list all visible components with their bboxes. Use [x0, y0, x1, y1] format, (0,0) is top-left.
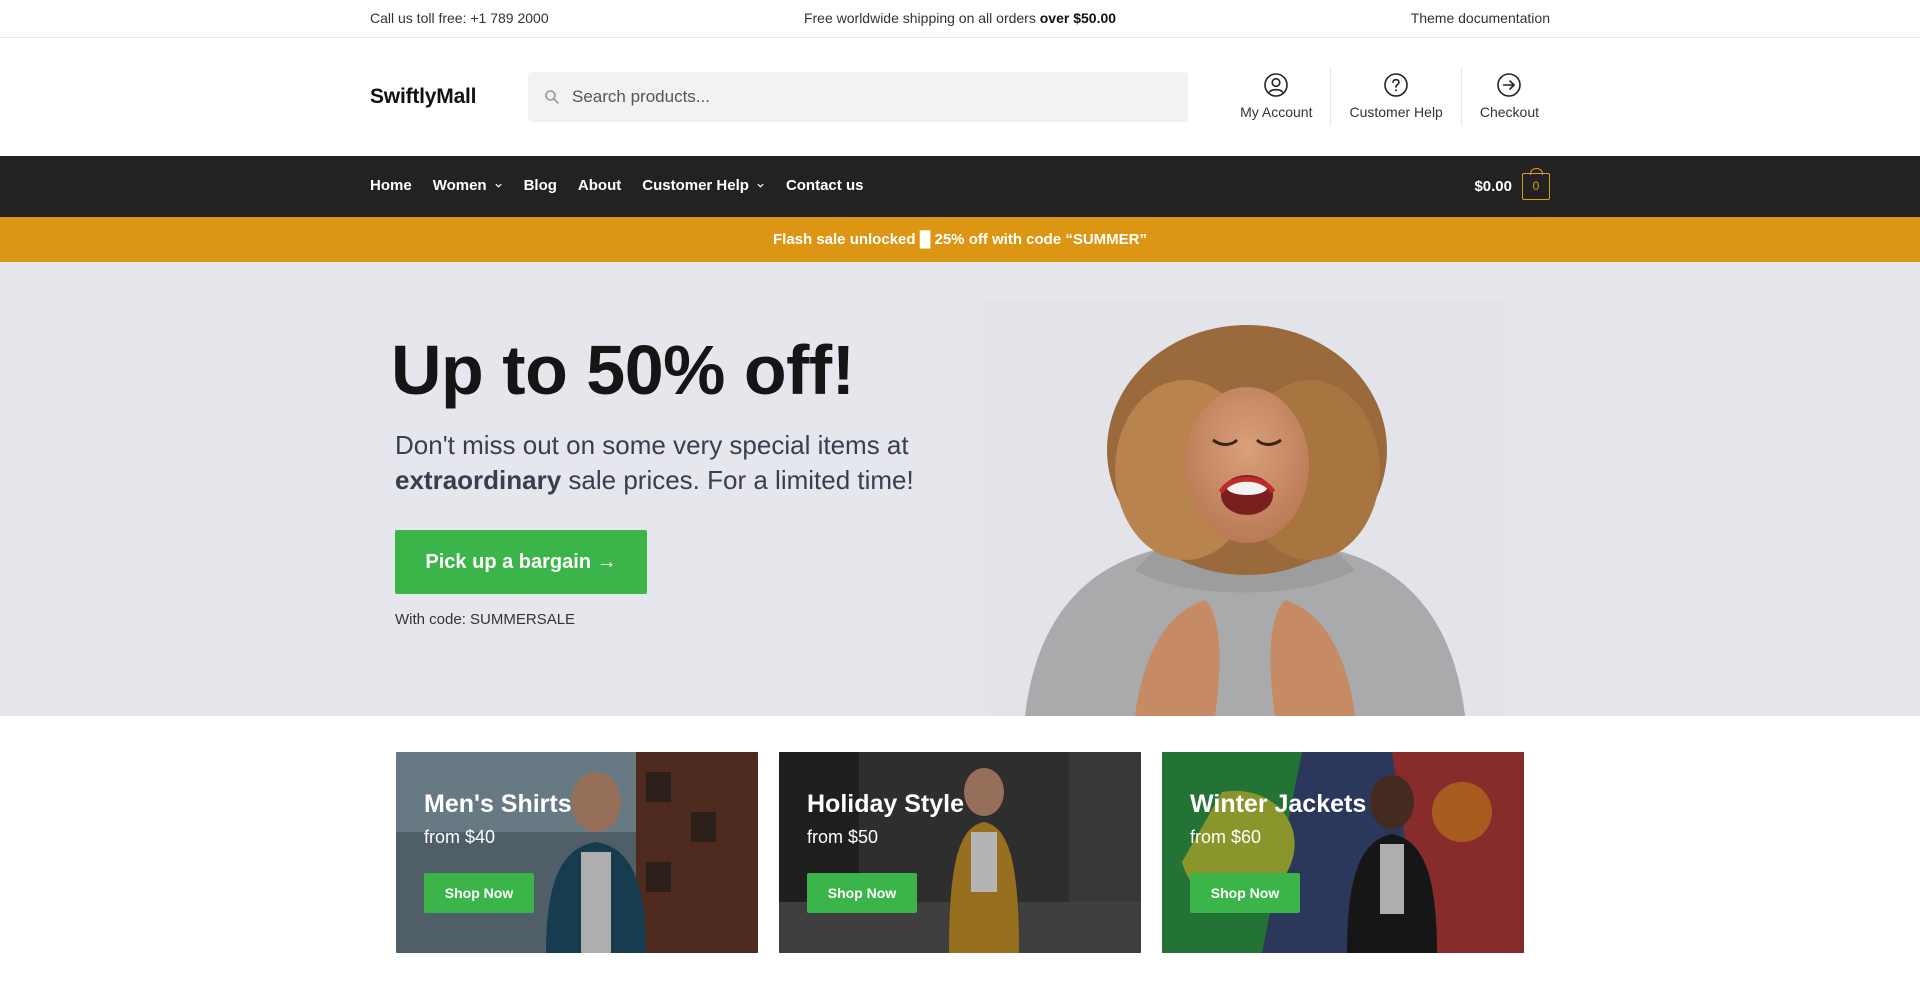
shop-now-button[interactable]: Shop Now [807, 873, 917, 913]
top-bar: Call us toll free: +1 789 2000 Free worl… [0, 0, 1920, 38]
checkout-icon [1497, 73, 1522, 97]
nav-item-about[interactable]: About [578, 177, 621, 194]
search-box [528, 72, 1188, 122]
category-card-holiday-style[interactable]: Holiday Style from $50 Shop Now [779, 752, 1141, 953]
category-title: Winter Jackets [1190, 790, 1367, 818]
promo-code-text: With code: SUMMERSALE [395, 611, 576, 628]
category-price: from $40 [424, 827, 496, 847]
category-price: from $60 [1190, 827, 1262, 847]
theme-documentation-link[interactable]: Theme documentation [1411, 10, 1550, 26]
cart-link[interactable]: $0.00 0 [1474, 168, 1550, 200]
header-links: My Account Customer Help Checkout [1222, 68, 1557, 126]
winter-jackets-image [1162, 752, 1524, 953]
holiday-style-image [779, 752, 1141, 953]
nav-item-label: About [577, 177, 622, 194]
hero-sub-post: sale prices. For a limited time! [561, 465, 914, 495]
search-icon [545, 90, 559, 104]
customer-help-label: Customer Help [1349, 104, 1443, 120]
nav-item-label: Contact us [785, 177, 864, 194]
flash-sale-banner: Flash sale unlocked █ 25% off with code … [0, 217, 1920, 262]
shop-now-button[interactable]: Shop Now [1190, 873, 1300, 913]
my-account-label: My Account [1240, 104, 1313, 120]
my-account-link[interactable]: My Account [1222, 68, 1330, 126]
customer-help-link[interactable]: Customer Help [1330, 68, 1460, 126]
nav-item-label: Blog [523, 177, 557, 194]
category-card-winter-jackets[interactable]: Winter Jackets from $60 Shop Now [1162, 752, 1524, 953]
cart-count-badge: 0 [1522, 168, 1550, 200]
nav-item-label: Customer Help [642, 177, 749, 194]
category-price: from $50 [807, 827, 879, 847]
nav-item-women[interactable]: Women [433, 177, 503, 194]
nav-item-contact-us[interactable]: Contact us [786, 177, 864, 194]
help-icon [1384, 73, 1408, 97]
chevron-down-icon [757, 183, 764, 188]
nav-item-home[interactable]: Home [370, 177, 412, 194]
chevron-down-icon [494, 183, 502, 188]
site-logo[interactable]: SwiftlyMall [370, 85, 477, 109]
main-navigation: Home Women Blog About Customer Help Cont… [0, 156, 1920, 217]
shipping-text: Free worldwide shipping on all orders [803, 10, 1040, 26]
category-title: Men's Shirts [424, 790, 572, 818]
mens-shirts-image [396, 752, 758, 953]
hero-model-image [985, 300, 1505, 716]
checkout-link[interactable]: Checkout [1460, 68, 1557, 126]
hero-banner: Up to 50% off! Don't miss out on some ve… [0, 262, 1920, 716]
category-card-mens-shirts[interactable]: Men's Shirts from $40 Shop Now [396, 752, 758, 953]
checkout-label: Checkout [1479, 104, 1539, 120]
nav-item-label: Home [370, 177, 412, 194]
hero-headline: Up to 50% off! [391, 331, 855, 409]
category-cards: Men's Shirts from $40 Shop Now Holiday S… [396, 752, 1545, 953]
nav-item-customer-help[interactable]: Customer Help [642, 177, 765, 194]
pick-up-bargain-button[interactable]: Pick up a bargain → [395, 530, 647, 594]
hero-subtext: Don't miss out on some very special item… [395, 428, 915, 498]
shipping-notice: Free worldwide shipping on all orders ov… [0, 10, 1920, 26]
hero-sub-bold: extraordinary [395, 465, 562, 495]
nav-item-blog[interactable]: Blog [524, 177, 557, 194]
site-header: SwiftlyMall My Account Customer Help [0, 38, 1920, 156]
cart-amount: $0.00 [1474, 178, 1512, 195]
hero-sub-pre: Don't miss out on some very special item… [395, 430, 909, 460]
user-icon [1264, 73, 1289, 97]
shipping-threshold: over $50.00 [1039, 10, 1117, 26]
category-title: Holiday Style [807, 790, 964, 818]
shop-now-button[interactable]: Shop Now [424, 873, 534, 913]
search-input[interactable] [572, 72, 1172, 122]
nav-item-label: Women [432, 177, 487, 194]
